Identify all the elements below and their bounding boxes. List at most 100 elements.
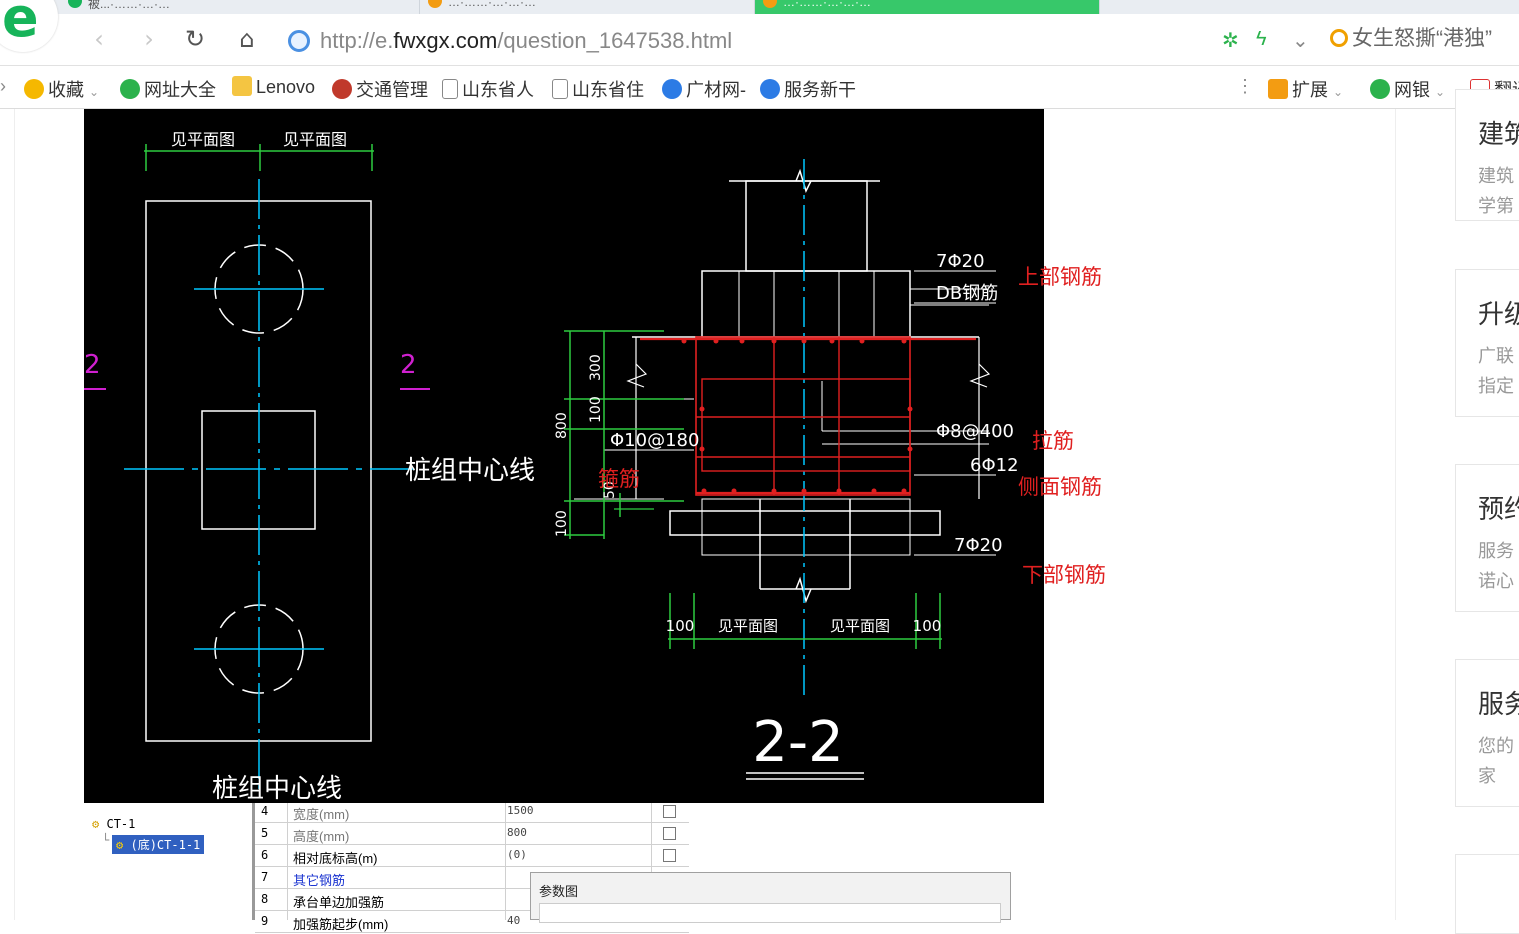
news-search-box[interactable]: 女生怒撕“港独” [1330,22,1519,58]
bookmark-label: 山东省住 [572,80,644,100]
reload-button[interactable]: ↻ [180,24,210,54]
side-card-1[interactable]: 建筑 建筑 学第 [1455,89,1519,221]
bookmark-label: 服务新干 [784,80,856,100]
toolbar-label: 扩展 [1292,80,1328,100]
news-headline: 女生怒撕“港独” [1352,27,1492,50]
annotation-stirrup: 箍筋 [598,467,640,491]
address-toolbar: ‹ › ↻ ⌂ http://e.fwxgx.com/question_1647… [0,14,1519,66]
annotation-tie-bar: 拉筋 [1032,429,1074,453]
card-subtitle: 建筑 [1478,166,1514,186]
bookmark-label: 网址大全 [144,80,216,100]
service-icon [760,79,780,99]
dim-300: 300 [588,354,604,381]
site-security-icon [288,30,310,52]
bookmark-traffic[interactable]: 交通管理 [332,76,428,100]
bookmark-label: 山东省人 [462,80,534,100]
dim-label-top-right: 见平面图 [283,130,347,149]
tab-favicon-icon [763,0,777,8]
table-row[interactable]: 6 相对底标高(m) (0) [255,845,689,867]
tab-3-active[interactable]: …·……·…·…·… [755,0,1100,14]
star-icon [24,79,44,99]
bookmark-shandong-1[interactable]: 山东省人 [442,76,534,100]
side-card-4[interactable]: 服务 您的 家 [1455,659,1519,807]
card-title: 建筑 [1478,119,1519,149]
card-subtitle: 指定 [1478,376,1514,396]
component-tree: ⚙ CT-1 └ ⚙ (底)CT-1-1 [84,803,252,920]
extensions-button[interactable]: 扩展 ⌄ [1268,76,1343,100]
bookmarks-scroll-arrow-icon[interactable]: › [0,76,6,100]
side-card-2[interactable]: 升级 广联 指定 [1455,269,1519,417]
bookmark-service[interactable]: 服务新干 [760,76,856,100]
url-field[interactable]: http://e.fwxgx.com/question_1647538.html [282,24,1212,56]
bookmark-favorites[interactable]: 收藏 ⌄ [24,76,99,100]
bookmark-url-directory[interactable]: 网址大全 [120,76,216,100]
card-subtitle: 服务 [1478,541,1514,561]
bookmark-lenovo[interactable]: Lenovo [232,76,315,100]
side-card-3[interactable]: 预约 服务 诺心 [1455,464,1519,612]
card-subtitle: 学第 [1478,196,1514,216]
label-bottom-bars-spec: 7Φ20 [954,535,1003,556]
more-options-icon[interactable]: ⋮ [1236,76,1254,100]
tree-connector: └ [102,833,110,847]
shield-icon [1370,79,1390,99]
page-content: 见平面图 见平面图 2 2 桩组中心线 桩组中心线 300 100 800 50… [0,89,1519,934]
checkbox[interactable] [663,827,676,840]
tab-favicon-icon [68,0,82,8]
parameter-diagram-dialog[interactable]: 参数图 [530,872,1011,923]
divider [1395,109,1396,920]
forward-button[interactable]: › [134,24,164,54]
card-title: 服务 [1478,689,1519,719]
tab-2[interactable]: …·……·…·…·… [420,0,755,14]
card-subtitle: 家 [1478,766,1496,786]
folder-icon [232,76,252,96]
bottom-dim-label-left: 见平面图 [718,617,778,635]
bookmark-label: 广材网- [686,80,746,100]
extension-icon [1268,79,1288,99]
table-row[interactable]: 5 高度(mm) 800 [255,823,689,845]
search-circle-icon [1330,29,1348,47]
cad-drawing: 见平面图 见平面图 2 2 桩组中心线 桩组中心线 300 100 800 50… [84,109,1044,804]
tree-item-ct1[interactable]: ⚙ CT-1 [92,817,135,831]
card-title: 预约 [1478,494,1519,524]
section-mark-left: 2 [84,350,101,380]
label-side-spec: 6Φ12 [970,455,1019,476]
card-subtitle: 诺心 [1478,571,1514,591]
bookmark-shandong-2[interactable]: 山东省住 [552,76,644,100]
page-icon [442,79,458,99]
police-badge-icon [332,79,352,99]
back-button[interactable]: ‹ [84,24,114,54]
label-top-bars-spec: 7Φ20 [936,251,985,272]
tab-1[interactable]: 被...·……·…·… [60,0,420,14]
table-row[interactable]: 4 宽度(mm) 1500 [255,801,689,823]
bookmark-label: 交通管理 [356,80,428,100]
refresh-loading-icon[interactable]: ✲ [1222,28,1239,53]
bottom-dim-100-right: 100 [913,617,942,635]
annotation-bottom-rebar: 下部钢筋 [1022,563,1106,587]
checkbox[interactable] [663,805,676,818]
url-text: http://e.fwxgx.com/question_1647538.html [320,28,733,53]
dropdown-chevron-icon[interactable]: ⌄ [1292,28,1309,53]
card-subtitle: 广联 [1478,346,1514,366]
tab-favicon-icon [428,0,442,8]
section-mark-right: 2 [400,350,417,380]
dim-800: 800 [554,412,570,439]
tree-item-ct1-1-selected[interactable]: ⚙ (底)CT-1-1 [112,835,205,854]
online-bank-button[interactable]: 网银 ⌄ [1370,76,1445,100]
g-logo-icon [662,79,682,99]
dialog-title: 参数图 [539,884,579,899]
annotation-top-rebar: 上部钢筋 [1018,265,1102,289]
lightning-icon[interactable]: ϟ [1256,28,1267,51]
checkbox[interactable] [663,849,676,862]
home-button[interactable]: ⌂ [232,24,262,54]
bookmark-guangcai[interactable]: 广材网- [662,76,746,100]
bookmarks-bar: › 收藏 ⌄ 网址大全 Lenovo 交通管理 山东省人 山东省住 广材网- 服… [0,67,1519,109]
tab-label: …·……·…·…·… [783,0,871,9]
plan-view: 见平面图 见平面图 2 2 桩组中心线 桩组中心线 [84,130,535,804]
tab-label: 被...·……·…·… [88,0,170,11]
divider [14,109,15,920]
side-card-5[interactable] [1455,854,1519,934]
pile-centerline-label-bottom: 桩组中心线 [212,774,342,803]
bottom-dim-label-right: 见平面图 [830,617,890,635]
dim-label-top-left: 见平面图 [171,130,235,149]
bottom-dim-100-left: 100 [666,617,695,635]
